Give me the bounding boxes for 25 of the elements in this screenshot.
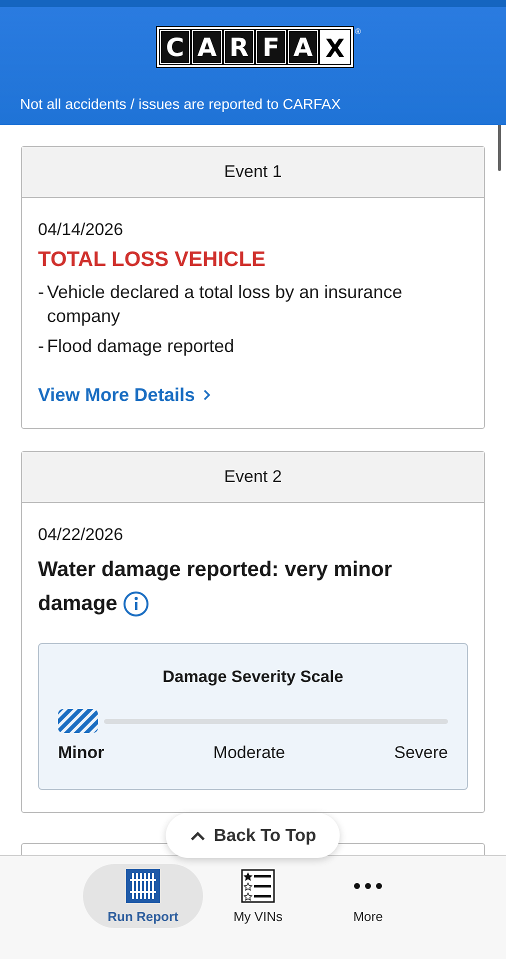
detail-item: - Vehicle declared a total loss by an insurance company (38, 281, 404, 328)
severity-label: Moderate (213, 743, 286, 763)
scale-title: Damage Severity Scale (162, 668, 344, 687)
event-date: 04/14/2026 (38, 220, 124, 240)
severity-label: Severe (394, 743, 448, 763)
notice-text: Not all accidents / issues are reported to CARFAX (20, 97, 341, 113)
detail-item: - Flood damage reported (38, 335, 236, 358)
event-title: Event 1 (22, 147, 484, 198)
chevron-up-icon (190, 830, 206, 840)
nav-tab[interactable]: Run Report (83, 864, 203, 928)
scrollbar (498, 125, 501, 171)
damage-heading: Water damage reported: very minor damage (38, 553, 468, 621)
nav-tab[interactable]: My VINs (203, 864, 313, 928)
details-link[interactable]: View More Details (38, 384, 211, 406)
barcode-icon (126, 868, 160, 902)
more-icon (354, 882, 382, 888)
event-date: 04/22/2026 (38, 525, 124, 545)
star-list-icon (241, 868, 275, 902)
alert-heading: TOTAL LOSS VEHICLE (38, 248, 267, 272)
back-to-top-button[interactable]: Back To Top (166, 813, 340, 858)
event-title: Event 2 (22, 452, 484, 503)
info-icon[interactable] (123, 591, 150, 618)
nav-tab[interactable]: More (313, 864, 423, 928)
chevron-icon (202, 389, 211, 401)
severity-label: Minor (58, 743, 104, 763)
